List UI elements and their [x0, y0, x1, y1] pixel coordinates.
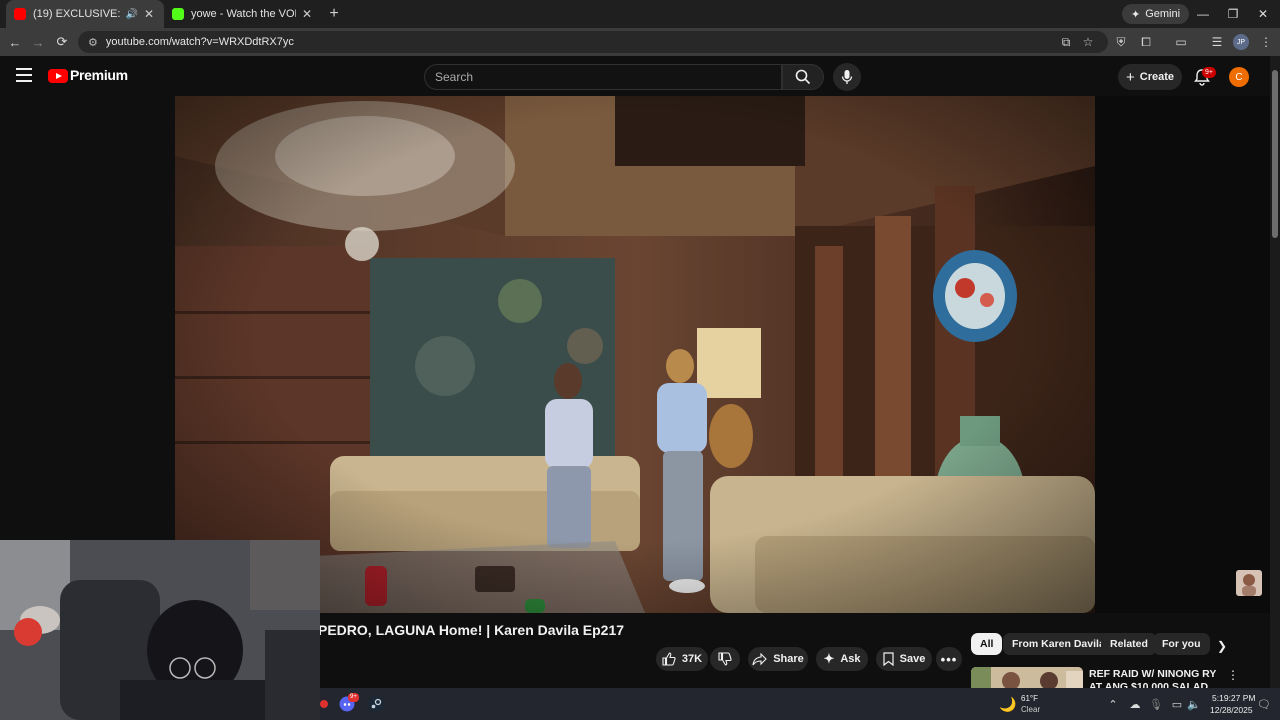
scrollbar-thumb[interactable]	[1272, 70, 1278, 238]
chevron-right-icon[interactable]: ❯	[1212, 636, 1232, 656]
plus-icon: +	[1125, 68, 1135, 86]
bookmark-icon	[883, 652, 894, 666]
dislike-button[interactable]	[710, 647, 740, 671]
discord-badge: 9+	[348, 693, 359, 702]
browser-toolbar: ← → ⟳ ⚙ youtube.com/watch?v=WRXDdtRX7yc …	[0, 28, 1280, 56]
network-icon[interactable]: ▭	[1169, 696, 1185, 712]
video-title: PEDRO, LAGUNA Home! | Karen Davila Ep217	[318, 622, 625, 638]
video-frame	[175, 96, 1095, 613]
ask-button[interactable]: ✦ Ask	[816, 647, 868, 671]
save-button[interactable]: Save	[876, 647, 932, 671]
search-input[interactable]: Search	[424, 64, 782, 90]
premium-wordmark[interactable]: Premium	[70, 67, 128, 83]
notification-center-icon[interactable]: 🗨	[1256, 696, 1272, 712]
share-label: Share	[773, 653, 804, 665]
steam-icon[interactable]	[368, 696, 384, 712]
profile-initials: JP	[1236, 38, 1246, 46]
tab-search-icon[interactable]: ▭	[1172, 33, 1190, 51]
bookmark-star-icon[interactable]: ☆	[1079, 33, 1097, 51]
thumbs-down-icon	[718, 652, 732, 666]
like-button[interactable]: 37K	[656, 647, 708, 671]
sparkle-icon: ✦	[1131, 8, 1141, 21]
avatar-letter: C	[1235, 71, 1243, 83]
search-icon	[795, 69, 811, 85]
microphone-icon	[841, 70, 853, 84]
new-tab-button[interactable]: +	[322, 0, 346, 28]
sparkle-icon: ✦	[823, 651, 835, 666]
tab-title: yowe - Watch the VOD on Kick	[191, 8, 296, 20]
thumbs-up-icon	[662, 652, 676, 666]
more-actions-button[interactable]: •••	[936, 647, 962, 671]
search-button[interactable]	[782, 64, 824, 90]
youtube-masthead: Premium Search + Create C	[0, 56, 1280, 96]
reload-button[interactable]: ⟳	[52, 32, 72, 52]
create-label: Create	[1139, 71, 1174, 83]
onedrive-cloud-icon[interactable]: ☁	[1127, 696, 1143, 712]
account-avatar[interactable]: C	[1229, 67, 1249, 87]
minimize-button[interactable]: —	[1188, 0, 1218, 28]
search-placeholder: Search	[435, 70, 474, 84]
address-bar[interactable]: ⚙ youtube.com/watch?v=WRXDdtRX7yc	[78, 31, 1108, 53]
red-app-icon[interactable]	[316, 696, 332, 712]
chrome-menu-icon[interactable]: ⋮	[1257, 33, 1275, 51]
close-window-button[interactable]: ✕	[1248, 0, 1278, 28]
profile-avatar[interactable]: JP	[1233, 34, 1249, 50]
volume-icon[interactable]: 🔈	[1186, 696, 1202, 712]
create-button[interactable]: + Create	[1118, 64, 1182, 90]
clock-date[interactable]: 12/28/2025	[1210, 705, 1253, 715]
shield-extension-icon[interactable]: ⛨	[1112, 33, 1130, 51]
youtube-logo-icon[interactable]	[48, 69, 68, 83]
tab-kick[interactable]: yowe - Watch the VOD on Kick ✕	[164, 0, 322, 28]
gemini-button[interactable]: ✦ Gemini	[1122, 4, 1190, 24]
reading-list-icon[interactable]: ☰	[1208, 33, 1226, 51]
screen: (19) EXCLUSIVE: DENISE LA 🔊 ✕ yowe - Wat…	[0, 0, 1280, 720]
kick-favicon-icon	[172, 8, 184, 20]
recommendation-thumbnail[interactable]	[971, 667, 1083, 689]
save-label: Save	[899, 653, 926, 665]
chip-for-you[interactable]: For you	[1153, 633, 1210, 655]
chip-all[interactable]: All	[971, 633, 1003, 655]
tab-title: (19) EXCLUSIVE: DENISE LA	[33, 8, 122, 20]
face-thumbnail-icon	[1236, 570, 1262, 596]
more-horizontal-icon: •••	[940, 651, 958, 667]
video-player[interactable]	[175, 96, 1095, 613]
like-count: 37K	[681, 653, 703, 665]
share-arrow-icon	[752, 652, 767, 665]
recommendation-title[interactable]: REF RAID W/ NINONG RY AT ANG $10,000 SAL…	[1089, 668, 1219, 689]
speaker-icon[interactable]: 🔊	[126, 9, 138, 20]
weather-temperature: 61°F	[1021, 694, 1038, 703]
thumbnail-image	[971, 667, 1083, 689]
hamburger-menu-icon[interactable]	[16, 68, 32, 82]
chip-related[interactable]: Related	[1101, 633, 1157, 655]
more-vertical-icon[interactable]: ⋮	[1226, 668, 1240, 684]
restore-button[interactable]: ❐	[1218, 0, 1248, 28]
site-info-icon[interactable]: ⚙	[88, 36, 98, 49]
tab-youtube[interactable]: (19) EXCLUSIVE: DENISE LA 🔊 ✕	[6, 0, 164, 28]
youtube-favicon-icon	[14, 8, 26, 20]
install-app-icon[interactable]: ⧉	[1057, 33, 1075, 51]
url-text: youtube.com/watch?v=WRXDdtRX7yc	[105, 36, 294, 48]
player-side-area	[1095, 96, 1270, 613]
extensions-puzzle-icon[interactable]: ⧠	[1137, 33, 1155, 51]
mini-player-thumbnail[interactable]	[1236, 570, 1262, 596]
clock-time[interactable]: 5:19:27 PM	[1212, 693, 1255, 703]
weather-condition: Clear	[1021, 705, 1041, 714]
chip-from-karen-davila[interactable]: From Karen Davila	[1003, 633, 1114, 655]
forward-button[interactable]: →	[28, 32, 48, 52]
ask-label: Ask	[840, 653, 861, 665]
microphone-tray-icon[interactable]: 🎙	[1148, 696, 1164, 712]
close-tab-icon[interactable]: ✕	[142, 7, 156, 21]
chevron-up-icon[interactable]: ⌃	[1105, 696, 1121, 712]
notification-count-badge: 9+	[1202, 67, 1216, 78]
browser-tab-strip: (19) EXCLUSIVE: DENISE LA 🔊 ✕ yowe - Wat…	[0, 0, 1280, 28]
webcam-feed-image	[0, 540, 320, 720]
close-tab-icon[interactable]: ✕	[300, 7, 314, 21]
share-button[interactable]: Share	[748, 647, 808, 671]
webcam-overlay	[0, 540, 320, 720]
voice-search-button[interactable]	[833, 63, 861, 91]
weather-moon-icon[interactable]: 🌙	[999, 696, 1016, 712]
back-button[interactable]: ←	[5, 32, 25, 52]
gemini-label: Gemini	[1145, 8, 1181, 20]
